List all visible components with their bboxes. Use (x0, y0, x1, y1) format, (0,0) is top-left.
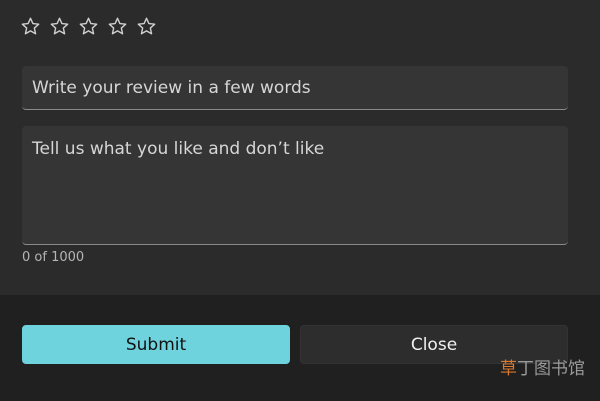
star-icon[interactable] (20, 16, 41, 37)
star-icon[interactable] (136, 16, 157, 37)
submit-button[interactable]: Submit (22, 325, 290, 364)
star-icon[interactable] (49, 16, 70, 37)
character-counter: 0 of 1000 (22, 250, 85, 265)
star-icon[interactable] (107, 16, 128, 37)
star-icon[interactable] (78, 16, 99, 37)
watermark-part-2: 丁图书馆 (517, 359, 585, 379)
star-rating[interactable] (20, 16, 157, 37)
watermark-part-1: 草 (500, 359, 517, 379)
review-title-input[interactable] (22, 66, 568, 110)
watermark: 草丁图书馆 (500, 354, 585, 379)
review-body-textarea[interactable] (22, 126, 568, 245)
